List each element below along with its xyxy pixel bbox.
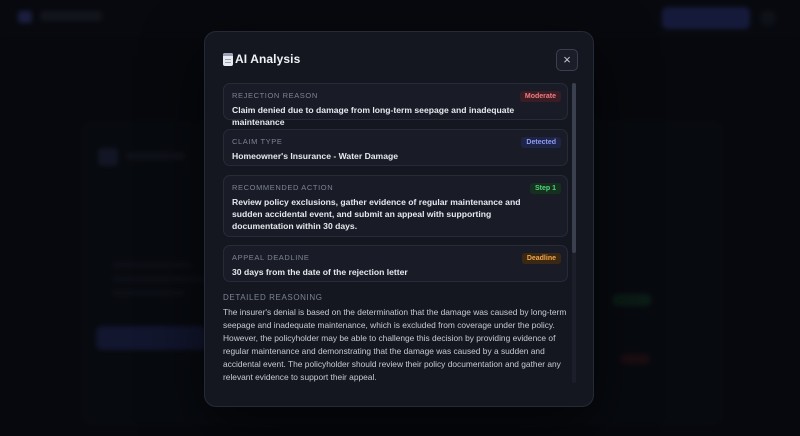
field-label: RECOMMENDED ACTION: [232, 183, 334, 192]
close-icon: ×: [563, 52, 571, 67]
field-label: CLAIM TYPE: [232, 137, 283, 146]
status-badge: Detected: [521, 137, 561, 148]
field-label: APPEAL DEADLINE: [232, 253, 310, 262]
modal-title: AI Analysis: [235, 52, 301, 66]
severity-badge: Moderate: [519, 91, 561, 102]
deadline-badge: Deadline: [521, 253, 561, 264]
field-value: Claim denied due to damage from long-ter…: [232, 105, 515, 127]
close-button[interactable]: ×: [556, 49, 578, 71]
field-label: REJECTION REASON: [232, 91, 318, 100]
field-value: Review policy exclusions, gather evidenc…: [232, 197, 521, 231]
appeal-deadline-card: APPEAL DEADLINE Deadline 30 days from th…: [223, 245, 568, 282]
recommended-action-card: RECOMMENDED ACTION Step 1 Review policy …: [223, 175, 568, 237]
modal-header: AI Analysis ×: [205, 32, 593, 88]
reasoning-heading: DETAILED REASONING: [223, 293, 323, 302]
field-value: 30 days from the date of the rejection l…: [232, 267, 408, 277]
ai-analysis-modal: AI Analysis × REJECTION REASON Moderate …: [204, 31, 594, 407]
step-badge: Step 1: [529, 183, 561, 194]
field-value: Homeowner's Insurance - Water Damage: [232, 151, 399, 161]
scrollbar-thumb[interactable]: [572, 83, 576, 253]
rejection-reason-card: REJECTION REASON Moderate Claim denied d…: [223, 83, 568, 127]
clipboard-icon: [223, 53, 233, 66]
claim-type-card: CLAIM TYPE Detected Homeowner's Insuranc…: [223, 129, 568, 166]
reasoning-text: The insurer's denial is based on the det…: [223, 307, 567, 382]
